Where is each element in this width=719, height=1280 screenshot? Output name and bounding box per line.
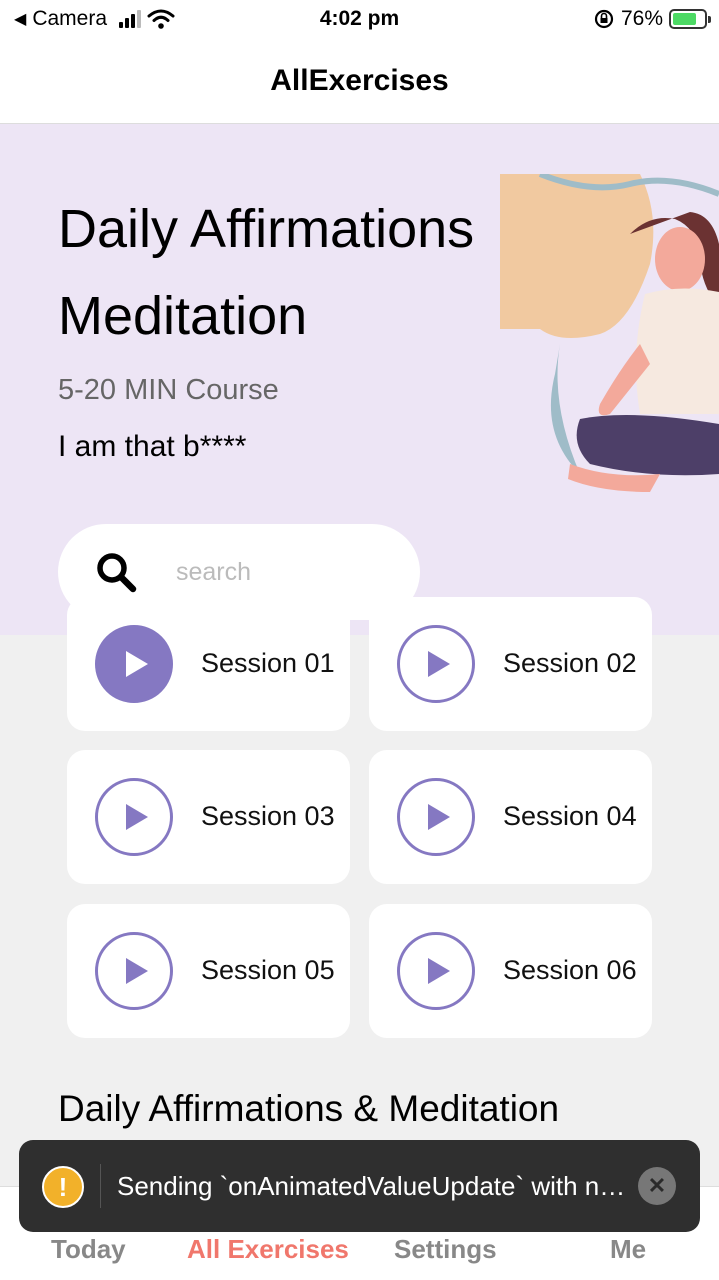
session-card-03[interactable]: Session 03 (67, 750, 350, 884)
search-input[interactable] (176, 552, 396, 592)
play-icon (126, 804, 148, 830)
play-button[interactable] (95, 625, 173, 703)
play-icon (428, 804, 450, 830)
play-icon (126, 651, 148, 677)
meditation-illustration (500, 174, 719, 492)
toast-message: Sending `onAnimatedValueUpdate` with no … (117, 1171, 629, 1201)
play-button[interactable] (397, 625, 475, 703)
play-icon (428, 651, 450, 677)
session-label: Session 05 (201, 955, 335, 985)
battery-fill (673, 13, 696, 25)
status-bar: ◀ Camera 4:02 pm 76% (0, 0, 719, 42)
session-label: Session 06 (503, 955, 637, 985)
session-label: Session 04 (503, 801, 637, 831)
session-label: Session 02 (503, 648, 637, 678)
play-icon (126, 958, 148, 984)
battery-icon (669, 9, 711, 29)
course-duration: 5-20 MIN Course (58, 374, 279, 406)
session-card-02[interactable]: Session 02 (369, 597, 652, 731)
play-button[interactable] (95, 932, 173, 1010)
course-tagline: I am that b**** (58, 430, 247, 463)
search-icon[interactable] (94, 550, 138, 594)
orientation-lock-icon (594, 9, 614, 29)
play-button[interactable] (397, 932, 475, 1010)
page-title: AllExercises (270, 64, 449, 97)
battery-percent: 76% (620, 7, 663, 30)
close-icon[interactable]: ✕ (638, 1167, 676, 1205)
warning-toast[interactable]: ! Sending `onAnimatedValueUpdate` with n… (19, 1140, 700, 1232)
play-icon (428, 958, 450, 984)
session-card-04[interactable]: Session 04 (369, 750, 652, 884)
tab-me[interactable]: Me (610, 1234, 646, 1265)
nav-header: AllExercises (0, 42, 719, 124)
section-title: Daily Affirmations & Meditation (58, 1088, 560, 1129)
session-label: Session 03 (201, 801, 335, 831)
warning-icon: ! (42, 1166, 84, 1208)
status-right: 76% (593, 7, 711, 31)
play-button[interactable] (95, 778, 173, 856)
toast-divider (100, 1164, 101, 1208)
session-card-06[interactable]: Session 06 (369, 904, 652, 1038)
session-card-01[interactable]: Session 01 (67, 597, 350, 731)
tab-settings[interactable]: Settings (394, 1234, 497, 1265)
session-label: Session 01 (201, 648, 335, 678)
course-title: Daily Affirmations Meditation (58, 199, 475, 346)
session-card-05[interactable]: Session 05 (67, 904, 350, 1038)
play-button[interactable] (397, 778, 475, 856)
battery-cap (708, 16, 711, 23)
tab-today[interactable]: Today (51, 1234, 126, 1265)
tab-all-exercises[interactable]: All Exercises (187, 1234, 349, 1265)
